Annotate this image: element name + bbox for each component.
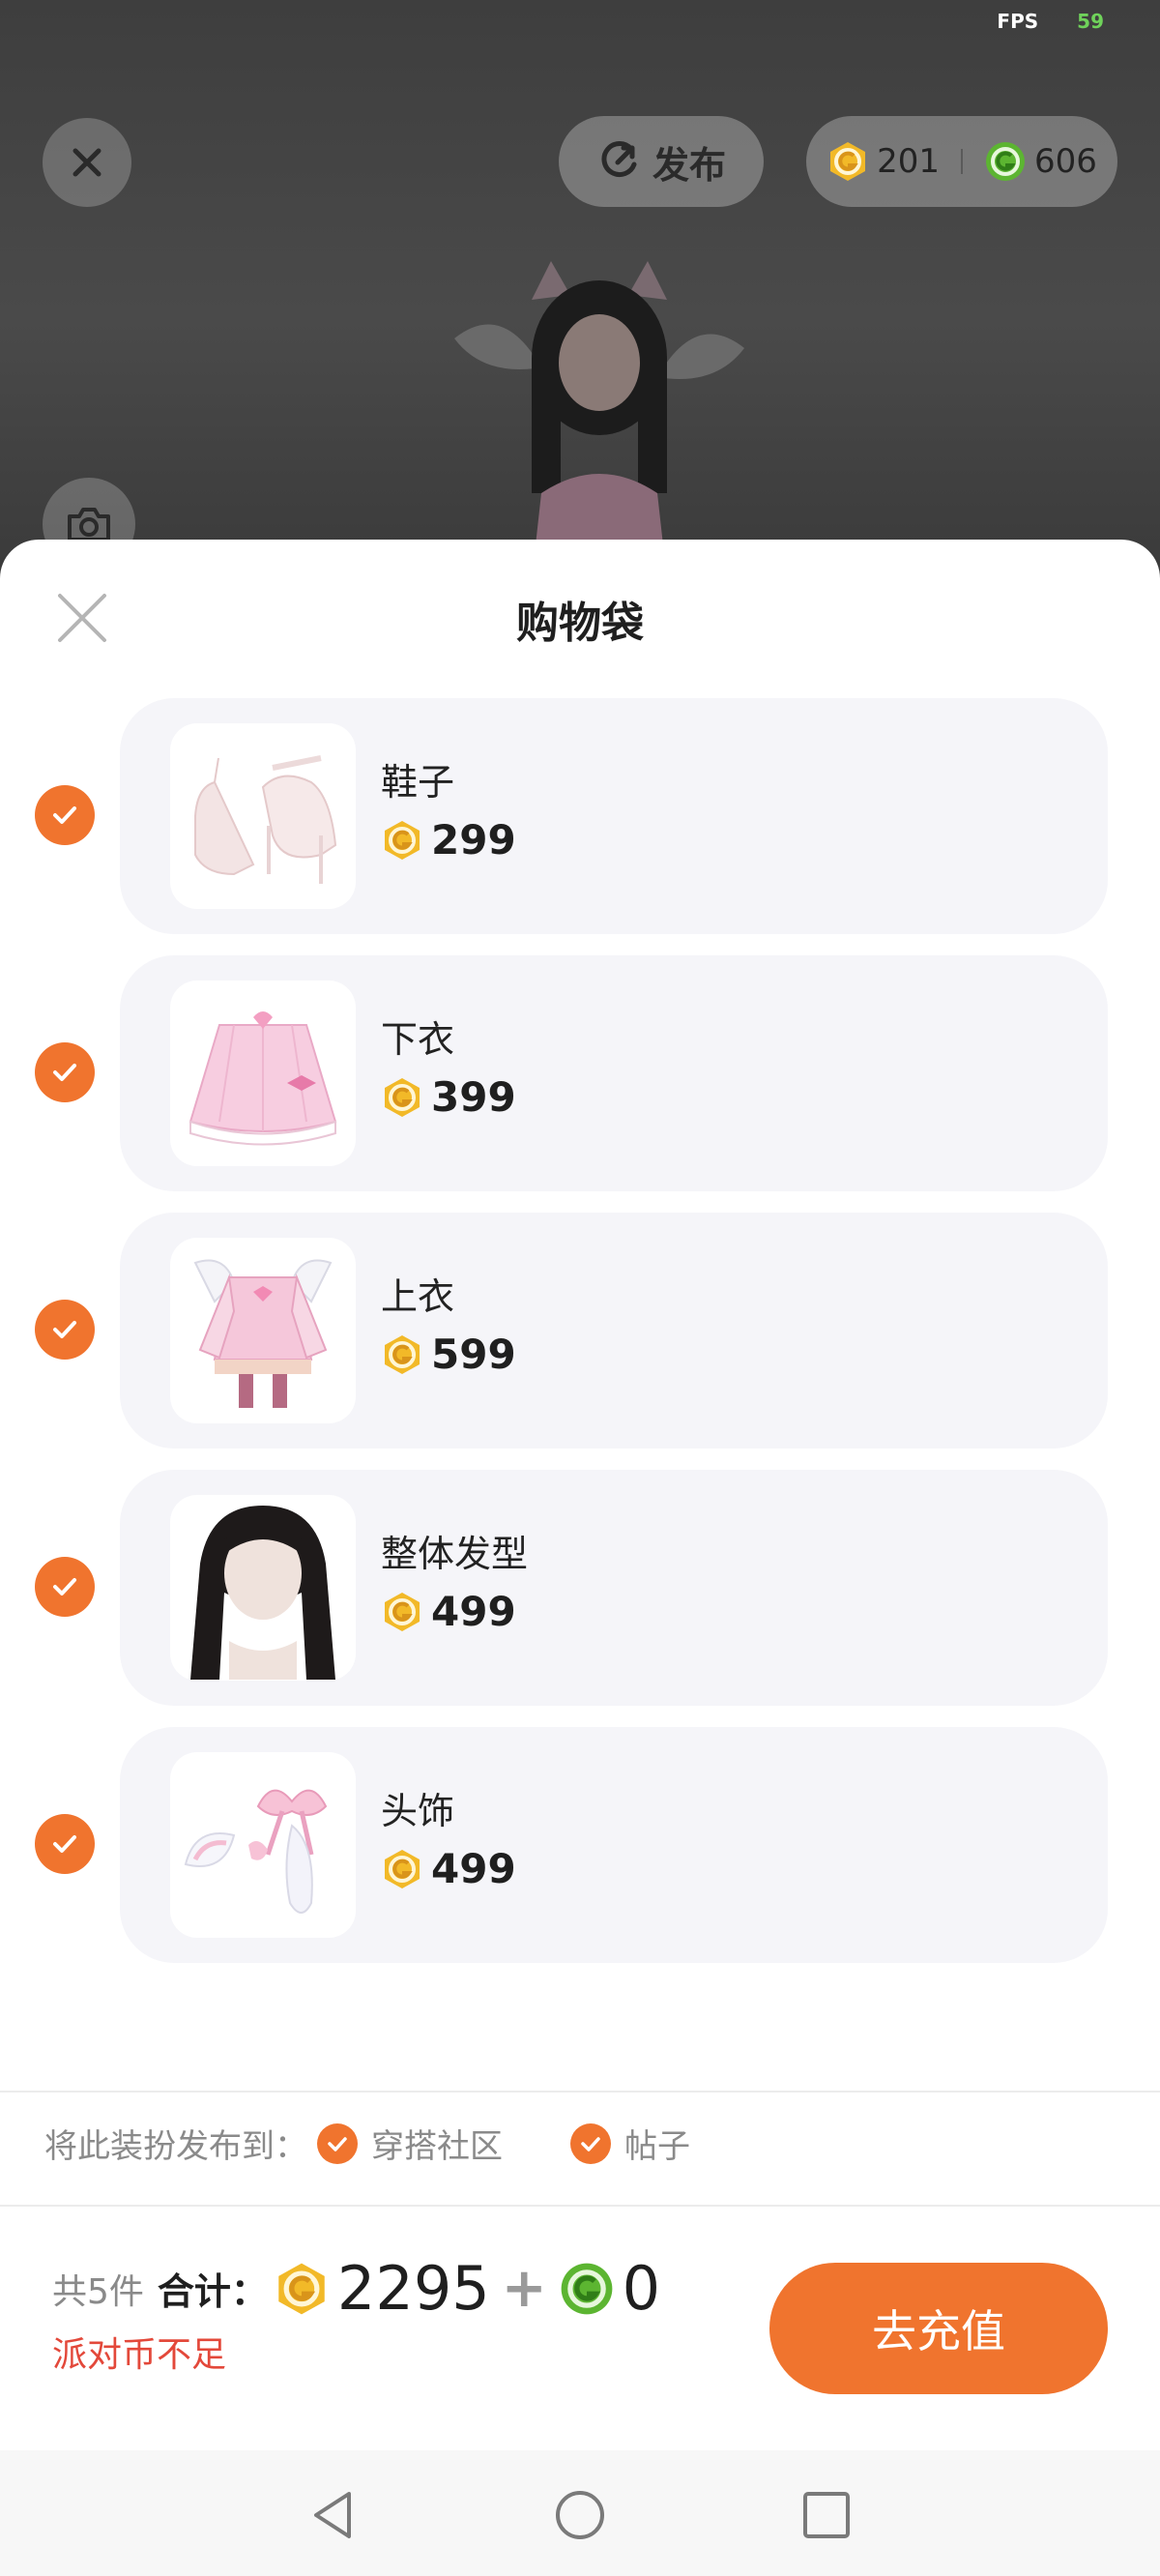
green-coin-icon bbox=[986, 142, 1025, 181]
item-checkbox[interactable] bbox=[35, 1042, 95, 1102]
publish-option-post-label: 帖子 bbox=[624, 2127, 690, 2166]
nav-home-button[interactable] bbox=[546, 2481, 614, 2549]
shoes-image bbox=[194, 755, 337, 884]
system-nav-bar bbox=[0, 2450, 1160, 2576]
item-price: 499 bbox=[381, 1845, 516, 1892]
jacket-image bbox=[193, 1259, 333, 1408]
green-balance: 606 bbox=[1034, 142, 1097, 181]
item-price: 299 bbox=[381, 816, 516, 864]
item-card[interactable]: 头饰 499 bbox=[120, 1727, 1108, 1963]
publish-option-community[interactable]: 穿搭社区 bbox=[317, 2120, 503, 2167]
gold-balance: 201 bbox=[877, 142, 940, 181]
item-price-value: 599 bbox=[431, 1331, 516, 1378]
gold-coin-icon bbox=[385, 1849, 420, 1888]
check-icon bbox=[581, 2136, 600, 2152]
publish-refresh-icon bbox=[601, 141, 637, 178]
publish-button[interactable]: 发布 bbox=[559, 116, 764, 207]
gold-coin-icon bbox=[830, 142, 866, 181]
divider bbox=[0, 2091, 1160, 2093]
fps-counter: FPS 59 bbox=[997, 10, 1104, 33]
item-price-value: 299 bbox=[431, 816, 516, 864]
item-price-value: 499 bbox=[431, 1588, 516, 1635]
bag-item-hairstyle: 整体发型 499 bbox=[0, 1470, 1160, 1706]
check-icon bbox=[53, 806, 76, 824]
item-name: 头饰 bbox=[381, 1790, 455, 1832]
check-icon bbox=[53, 1578, 76, 1595]
back-icon bbox=[314, 2492, 351, 2538]
bag-item-shoes: 鞋子 299 bbox=[0, 698, 1160, 934]
gold-coin-icon bbox=[278, 2263, 325, 2314]
gold-coin-icon bbox=[385, 1334, 420, 1374]
item-card[interactable]: 整体发型 499 bbox=[120, 1470, 1108, 1706]
check-icon bbox=[53, 1835, 76, 1853]
check-icon bbox=[53, 1321, 76, 1338]
nav-recents-button[interactable] bbox=[793, 2481, 860, 2549]
plus-sign: + bbox=[501, 2257, 547, 2320]
green-total: 0 bbox=[622, 2253, 661, 2324]
gold-coin-icon bbox=[385, 820, 420, 860]
item-price: 399 bbox=[381, 1073, 516, 1121]
item-card[interactable]: 鞋子 299 bbox=[120, 698, 1108, 934]
total-line: 共5件 合计： 2295 + 0 bbox=[52, 2253, 660, 2324]
hairstyle-image bbox=[190, 1506, 335, 1680]
bag-item-bottoms: 下衣 399 bbox=[0, 955, 1160, 1191]
item-checkbox[interactable] bbox=[35, 1300, 95, 1360]
publish-label: 发布 bbox=[652, 143, 726, 187]
close-button[interactable] bbox=[43, 118, 131, 207]
item-name: 鞋子 bbox=[381, 761, 455, 804]
publish-option-checkbox[interactable] bbox=[317, 2122, 358, 2164]
gold-total: 2295 bbox=[336, 2253, 490, 2324]
home-icon bbox=[556, 2491, 604, 2539]
item-name: 整体发型 bbox=[381, 1533, 529, 1575]
insufficient-warning: 派对币不足 bbox=[52, 2335, 227, 2375]
avatar-scene: FPS 59 发布 201 606 bbox=[0, 0, 1160, 580]
item-thumbnail bbox=[170, 1495, 356, 1681]
gold-coin-icon bbox=[385, 1077, 420, 1117]
skirt-image bbox=[188, 1011, 337, 1146]
check-icon bbox=[328, 2136, 347, 2152]
bag-item-headwear: 头饰 499 bbox=[0, 1727, 1160, 1963]
check-icon bbox=[53, 1064, 76, 1081]
publish-to-row: 将此装扮发布到： 穿搭社区 帖子 bbox=[44, 2120, 690, 2167]
item-price: 499 bbox=[381, 1588, 516, 1635]
recharge-button[interactable]: 去充值 bbox=[769, 2263, 1108, 2394]
fps-label: FPS bbox=[997, 10, 1039, 33]
item-count: 共5件 bbox=[52, 2271, 144, 2312]
bag-item-top: 上衣 599 bbox=[0, 1213, 1160, 1449]
publish-option-post[interactable]: 帖子 bbox=[570, 2120, 690, 2167]
avatar-preview bbox=[454, 261, 744, 580]
close-icon bbox=[72, 148, 102, 177]
item-thumbnail bbox=[170, 1238, 356, 1423]
item-card[interactable]: 上衣 599 bbox=[120, 1213, 1108, 1449]
wallet-balance[interactable]: 201 606 bbox=[806, 116, 1117, 207]
publish-to-label: 将此装扮发布到： bbox=[44, 2127, 307, 2166]
wallet-divider bbox=[961, 149, 963, 174]
green-coin-icon bbox=[561, 2263, 613, 2314]
item-thumbnail bbox=[170, 723, 356, 909]
publish-option-checkbox[interactable] bbox=[570, 2122, 611, 2164]
shopping-bag-sheet: 购物袋 鞋子 299 下衣 399 上衣 599 整体发型 499 头饰 499… bbox=[0, 540, 1160, 2450]
item-thumbnail bbox=[170, 981, 356, 1166]
item-card[interactable]: 下衣 399 bbox=[120, 955, 1108, 1191]
fps-value: 59 bbox=[1077, 10, 1104, 33]
sum-label: 合计： bbox=[157, 2270, 268, 2313]
item-price-value: 499 bbox=[431, 1845, 516, 1892]
item-name: 上衣 bbox=[381, 1275, 455, 1318]
nav-back-button[interactable] bbox=[300, 2481, 367, 2549]
item-checkbox[interactable] bbox=[35, 1814, 95, 1874]
item-checkbox[interactable] bbox=[35, 1557, 95, 1617]
sheet-title: 购物袋 bbox=[516, 599, 644, 648]
item-price-value: 399 bbox=[431, 1073, 516, 1121]
item-checkbox[interactable] bbox=[35, 785, 95, 845]
recents-icon bbox=[803, 2492, 850, 2538]
item-price: 599 bbox=[381, 1331, 516, 1378]
item-thumbnail bbox=[170, 1752, 356, 1938]
headwear-image bbox=[184, 1789, 328, 1914]
gold-coin-icon bbox=[385, 1592, 420, 1631]
item-name: 下衣 bbox=[381, 1018, 455, 1061]
checkout-footer: 共5件 合计： 2295 + 0 派对币不足 去充值 bbox=[0, 2205, 1160, 2450]
publish-option-community-label: 穿搭社区 bbox=[371, 2127, 503, 2166]
